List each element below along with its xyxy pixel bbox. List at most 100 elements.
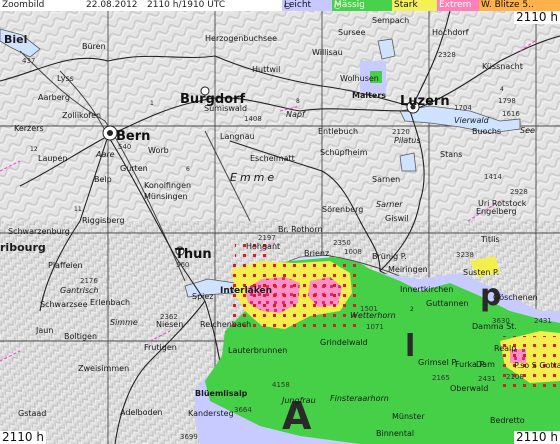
place-label: Vierwald bbox=[454, 116, 490, 125]
place-label: Laupen bbox=[38, 154, 68, 163]
place-label: Bedretto bbox=[490, 416, 525, 425]
place-label: Gstaad bbox=[18, 409, 46, 418]
place-label: Meiringen bbox=[388, 265, 428, 274]
place-label: P.so S Gottardo bbox=[514, 361, 560, 370]
legend-extrem: Extrem bbox=[437, 0, 481, 11]
place-label: Zweisimmen bbox=[78, 364, 129, 373]
place-label: Dam bbox=[476, 360, 495, 369]
place-label: Guttannen bbox=[426, 299, 469, 308]
place-label: Sempach bbox=[372, 16, 409, 25]
elevation-label: 3699 bbox=[180, 433, 198, 441]
place-label: Büren bbox=[82, 42, 106, 51]
time-stamp-bottom-right: 2110 h bbox=[514, 430, 560, 444]
legend-massig-label: Mässig bbox=[334, 0, 365, 10]
place-label: Reichenbach bbox=[200, 320, 251, 329]
place-label: Sörenberg bbox=[322, 205, 363, 214]
place-label: Sarnen bbox=[372, 175, 400, 184]
place-label: Eschelmatt bbox=[250, 154, 295, 163]
place-label: Grimsel P. bbox=[418, 358, 457, 367]
place-label: Innertkirchen bbox=[400, 285, 453, 294]
elevation-label: 1704 bbox=[454, 104, 472, 112]
elevation-label: 1414 bbox=[484, 173, 502, 181]
legend-leicht: ○ Leicht bbox=[282, 0, 334, 11]
place-label: Binnental bbox=[376, 429, 414, 438]
place-label: Entlebuch bbox=[318, 127, 358, 136]
place-label: Herzogenbuchsee bbox=[205, 34, 277, 43]
radar-viewer: Zoombild 22.08.2012 2110 h/1910 UTC ○ Lei… bbox=[0, 0, 560, 444]
elevation-label: 1071 bbox=[366, 323, 384, 331]
watermark-letter-l: l bbox=[405, 329, 415, 364]
legend-extrem-label: Extrem bbox=[439, 0, 472, 10]
place-label: Worb bbox=[148, 146, 169, 155]
elevation-label: 2165 bbox=[432, 374, 450, 382]
radar-map: A l p Bern Luzern Thun Burgdorf Biel Bür… bbox=[0, 11, 560, 444]
elevation-label: 1408 bbox=[244, 115, 262, 123]
place-label: Oberwald bbox=[450, 384, 488, 393]
place-label: Sursee bbox=[338, 28, 366, 37]
elevation-label: 437 bbox=[22, 57, 35, 65]
place-label: See bbox=[520, 126, 535, 135]
elevation-label: 4158 bbox=[272, 381, 290, 389]
place-label: Aarberg bbox=[38, 93, 70, 102]
place-label: Grindelwald bbox=[320, 338, 368, 347]
place-label: Schwarzsee bbox=[40, 300, 88, 309]
place-label: Jungfrau bbox=[280, 396, 316, 405]
place-label: Interlaken bbox=[220, 286, 272, 296]
elevation-label: 1008 bbox=[344, 248, 362, 256]
place-label: Brünig P. bbox=[372, 252, 407, 261]
legend-leicht-label: Leicht bbox=[284, 0, 312, 10]
place-label: Adelboden bbox=[120, 408, 163, 417]
legend-stark: Stark bbox=[392, 0, 439, 11]
place-label: Küssnacht bbox=[482, 62, 523, 71]
elevation-label: 2431 bbox=[534, 317, 552, 325]
place-label: Giswil bbox=[385, 214, 409, 223]
place-label: Uri Rotstock bbox=[478, 199, 527, 208]
elevation-label: 2120 bbox=[392, 128, 410, 136]
place-label: Napf bbox=[286, 110, 306, 119]
place-label: Emme bbox=[230, 171, 277, 184]
place-label: Stans bbox=[440, 150, 462, 159]
place-label: Kerzers bbox=[14, 124, 44, 133]
legend-stark-label: Stark bbox=[394, 0, 418, 10]
route-number: 11 bbox=[74, 206, 82, 213]
place-label: Frutigen bbox=[144, 343, 177, 352]
city-label: Thun bbox=[175, 247, 212, 262]
route-number: 6 bbox=[186, 166, 190, 173]
place-label: ribourg bbox=[0, 241, 46, 254]
elevation-label: 560 bbox=[176, 261, 189, 269]
place-label: Biel bbox=[4, 33, 27, 46]
place-label: Buochs bbox=[472, 127, 501, 136]
route-number: 4 bbox=[500, 86, 504, 93]
elevation-label: 3630 bbox=[492, 317, 510, 325]
route-number: 1 bbox=[150, 100, 154, 107]
place-label: Aare bbox=[95, 150, 115, 159]
place-label: Br. Rothorn bbox=[278, 225, 323, 234]
elevation-label: 2928 bbox=[510, 188, 528, 196]
time-label: 2110 h/1910 UTC bbox=[147, 0, 226, 10]
place-label: Boltigen bbox=[64, 332, 97, 341]
place-label: Blüemlisalp bbox=[195, 389, 248, 398]
elevation-label: 1501 bbox=[360, 305, 378, 313]
time-stamp-top-right: 2110 h bbox=[514, 10, 560, 24]
place-label: Kandersteg bbox=[188, 409, 234, 418]
route-number: 12 bbox=[30, 146, 38, 153]
place-label: Hohgant bbox=[246, 242, 280, 251]
place-label: Willisau bbox=[312, 48, 343, 57]
city-label: Luzern bbox=[400, 94, 450, 109]
place-label: Engelberg bbox=[476, 207, 517, 216]
place-label: Niesen bbox=[156, 320, 183, 329]
time-stamp-bottom-left: 2110 h bbox=[0, 430, 46, 444]
elevation-label: 2328 bbox=[438, 51, 456, 59]
elevation-label: 2108 bbox=[506, 373, 524, 381]
place-label: Konolfingen bbox=[144, 181, 191, 190]
route-number: 8 bbox=[296, 98, 300, 105]
place-label: Susten P. bbox=[463, 268, 499, 277]
route-number: 2 bbox=[410, 306, 414, 313]
info-bar: Zoombild 22.08.2012 2110 h/1910 UTC ○ Lei… bbox=[0, 0, 560, 11]
sarnersee bbox=[399, 152, 417, 172]
place-label: Belp bbox=[94, 175, 112, 184]
place-label: Titlis bbox=[480, 235, 500, 244]
place-label: Simme bbox=[110, 318, 138, 327]
place-label: Pilatus bbox=[394, 136, 421, 145]
place-label: Lauterbrunnen bbox=[228, 346, 287, 355]
